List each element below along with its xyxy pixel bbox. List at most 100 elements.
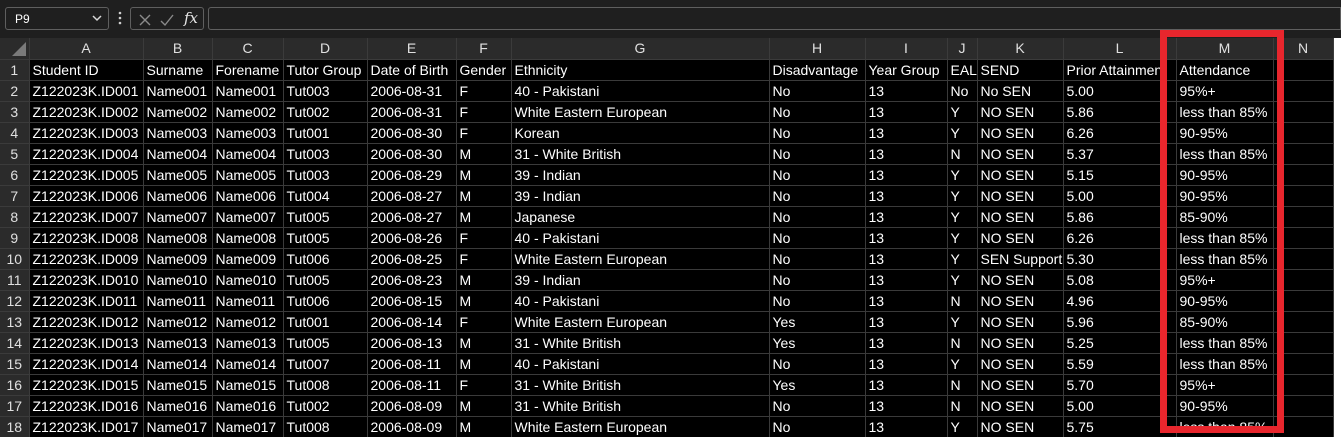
row-header[interactable]: 10 — [0, 248, 30, 270]
cell[interactable]: Name001 — [212, 80, 284, 102]
column-title-cell[interactable]: Gender — [456, 59, 512, 81]
cell[interactable]: N — [947, 332, 978, 354]
cell[interactable]: Tut008 — [283, 416, 368, 437]
cell[interactable]: Name012 — [143, 311, 213, 333]
cell[interactable]: 2006-08-13 — [367, 332, 457, 354]
cell[interactable]: NO SEN — [977, 395, 1064, 417]
cell[interactable]: 5.08 — [1063, 269, 1177, 291]
cell[interactable]: F — [456, 374, 512, 396]
column-header-h[interactable]: H — [769, 38, 866, 60]
cell[interactable] — [1273, 374, 1334, 396]
cell[interactable]: 13 — [865, 416, 948, 437]
cell[interactable]: Z122023K.ID007 — [29, 206, 144, 228]
cell[interactable]: NO SEN — [977, 269, 1064, 291]
cell[interactable]: M — [456, 416, 512, 437]
row-header[interactable]: 14 — [0, 332, 30, 354]
cell[interactable] — [1273, 185, 1334, 207]
cell[interactable]: M — [456, 290, 512, 312]
cell[interactable]: Z122023K.ID005 — [29, 164, 144, 186]
formula-input[interactable] — [208, 7, 1341, 30]
column-header-c[interactable]: C — [212, 38, 284, 60]
row-header[interactable]: 8 — [0, 206, 30, 228]
cell[interactable]: 13 — [865, 164, 948, 186]
cell[interactable]: White Eastern European — [511, 311, 770, 333]
column-header-e[interactable]: E — [367, 38, 457, 60]
cell[interactable]: 39 - Indian — [511, 164, 770, 186]
cell[interactable]: Name008 — [143, 227, 213, 249]
cell[interactable]: NO SEN — [977, 353, 1064, 375]
cell[interactable] — [1273, 80, 1334, 102]
column-title-cell[interactable]: Attendance — [1176, 59, 1274, 81]
column-title-cell[interactable]: Forename — [212, 59, 284, 81]
cell[interactable]: less than 85% — [1176, 101, 1274, 123]
cell[interactable]: 13 — [865, 206, 948, 228]
column-title-cell[interactable]: Tutor Group — [283, 59, 368, 81]
cell[interactable]: Name006 — [212, 185, 284, 207]
cell[interactable]: 2006-08-09 — [367, 395, 457, 417]
cell[interactable]: 40 - Pakistani — [511, 353, 770, 375]
cell[interactable]: M — [456, 269, 512, 291]
cell[interactable]: 2006-08-31 — [367, 80, 457, 102]
cell[interactable]: less than 85% — [1176, 227, 1274, 249]
cell[interactable]: 2006-08-26 — [367, 227, 457, 249]
cell[interactable]: 90-95% — [1176, 395, 1274, 417]
cell[interactable]: 31 - White British — [511, 395, 770, 417]
row-header[interactable]: 12 — [0, 290, 30, 312]
close-icon[interactable] — [137, 12, 153, 28]
cell[interactable]: 5.00 — [1063, 185, 1177, 207]
cell[interactable]: Y — [947, 227, 978, 249]
cell[interactable]: 95%+ — [1176, 80, 1274, 102]
cell[interactable]: 31 - White British — [511, 332, 770, 354]
cell[interactable]: No — [769, 290, 866, 312]
column-title-cell[interactable] — [1273, 59, 1334, 81]
cell[interactable]: 5.86 — [1063, 206, 1177, 228]
cell[interactable]: Y — [947, 248, 978, 270]
row-header[interactable]: 9 — [0, 227, 30, 249]
cell[interactable]: Tut001 — [283, 122, 368, 144]
cell[interactable]: 2006-08-15 — [367, 290, 457, 312]
cell[interactable]: Name004 — [212, 143, 284, 165]
cell[interactable]: No — [769, 164, 866, 186]
cell[interactable]: Name017 — [143, 416, 213, 437]
cell[interactable]: Tut003 — [283, 80, 368, 102]
cell[interactable]: 4.96 — [1063, 290, 1177, 312]
cell[interactable]: 13 — [865, 269, 948, 291]
cell[interactable]: Y — [947, 101, 978, 123]
cell[interactable]: M — [456, 353, 512, 375]
cell[interactable]: NO SEN — [977, 143, 1064, 165]
cell[interactable]: less than 85% — [1176, 143, 1274, 165]
cell[interactable]: Z122023K.ID004 — [29, 143, 144, 165]
row-header[interactable]: 2 — [0, 80, 30, 102]
cell[interactable]: Tut007 — [283, 353, 368, 375]
cell[interactable]: 6.26 — [1063, 122, 1177, 144]
cell[interactable] — [1273, 101, 1334, 123]
cell[interactable]: 39 - Indian — [511, 185, 770, 207]
cell[interactable]: NO SEN — [977, 185, 1064, 207]
cell[interactable]: Yes — [769, 374, 866, 396]
column-header-g[interactable]: G — [511, 38, 770, 60]
cell[interactable]: Y — [947, 353, 978, 375]
cell[interactable]: Japanese — [511, 206, 770, 228]
cell[interactable]: No SEN — [977, 80, 1064, 102]
cell[interactable]: F — [456, 227, 512, 249]
cell[interactable]: Name013 — [212, 332, 284, 354]
cell[interactable]: Tut005 — [283, 332, 368, 354]
cell[interactable]: NO SEN — [977, 206, 1064, 228]
cell[interactable]: No — [769, 206, 866, 228]
cell[interactable]: Name015 — [212, 374, 284, 396]
cell[interactable]: No — [769, 101, 866, 123]
row-header[interactable]: 4 — [0, 122, 30, 144]
cell[interactable]: 13 — [865, 101, 948, 123]
vertical-dots-icon[interactable] — [117, 10, 123, 26]
cell[interactable]: F — [456, 122, 512, 144]
cell[interactable]: NO SEN — [977, 290, 1064, 312]
cell[interactable]: Name012 — [212, 311, 284, 333]
cell[interactable]: NO SEN — [977, 101, 1064, 123]
cell[interactable]: F — [456, 311, 512, 333]
cell[interactable]: Z122023K.ID015 — [29, 374, 144, 396]
cell[interactable]: Tut004 — [283, 185, 368, 207]
column-title-cell[interactable]: Disadvantage — [769, 59, 866, 81]
cell[interactable]: M — [456, 143, 512, 165]
cell[interactable]: Name005 — [212, 164, 284, 186]
cell[interactable]: Name004 — [143, 143, 213, 165]
